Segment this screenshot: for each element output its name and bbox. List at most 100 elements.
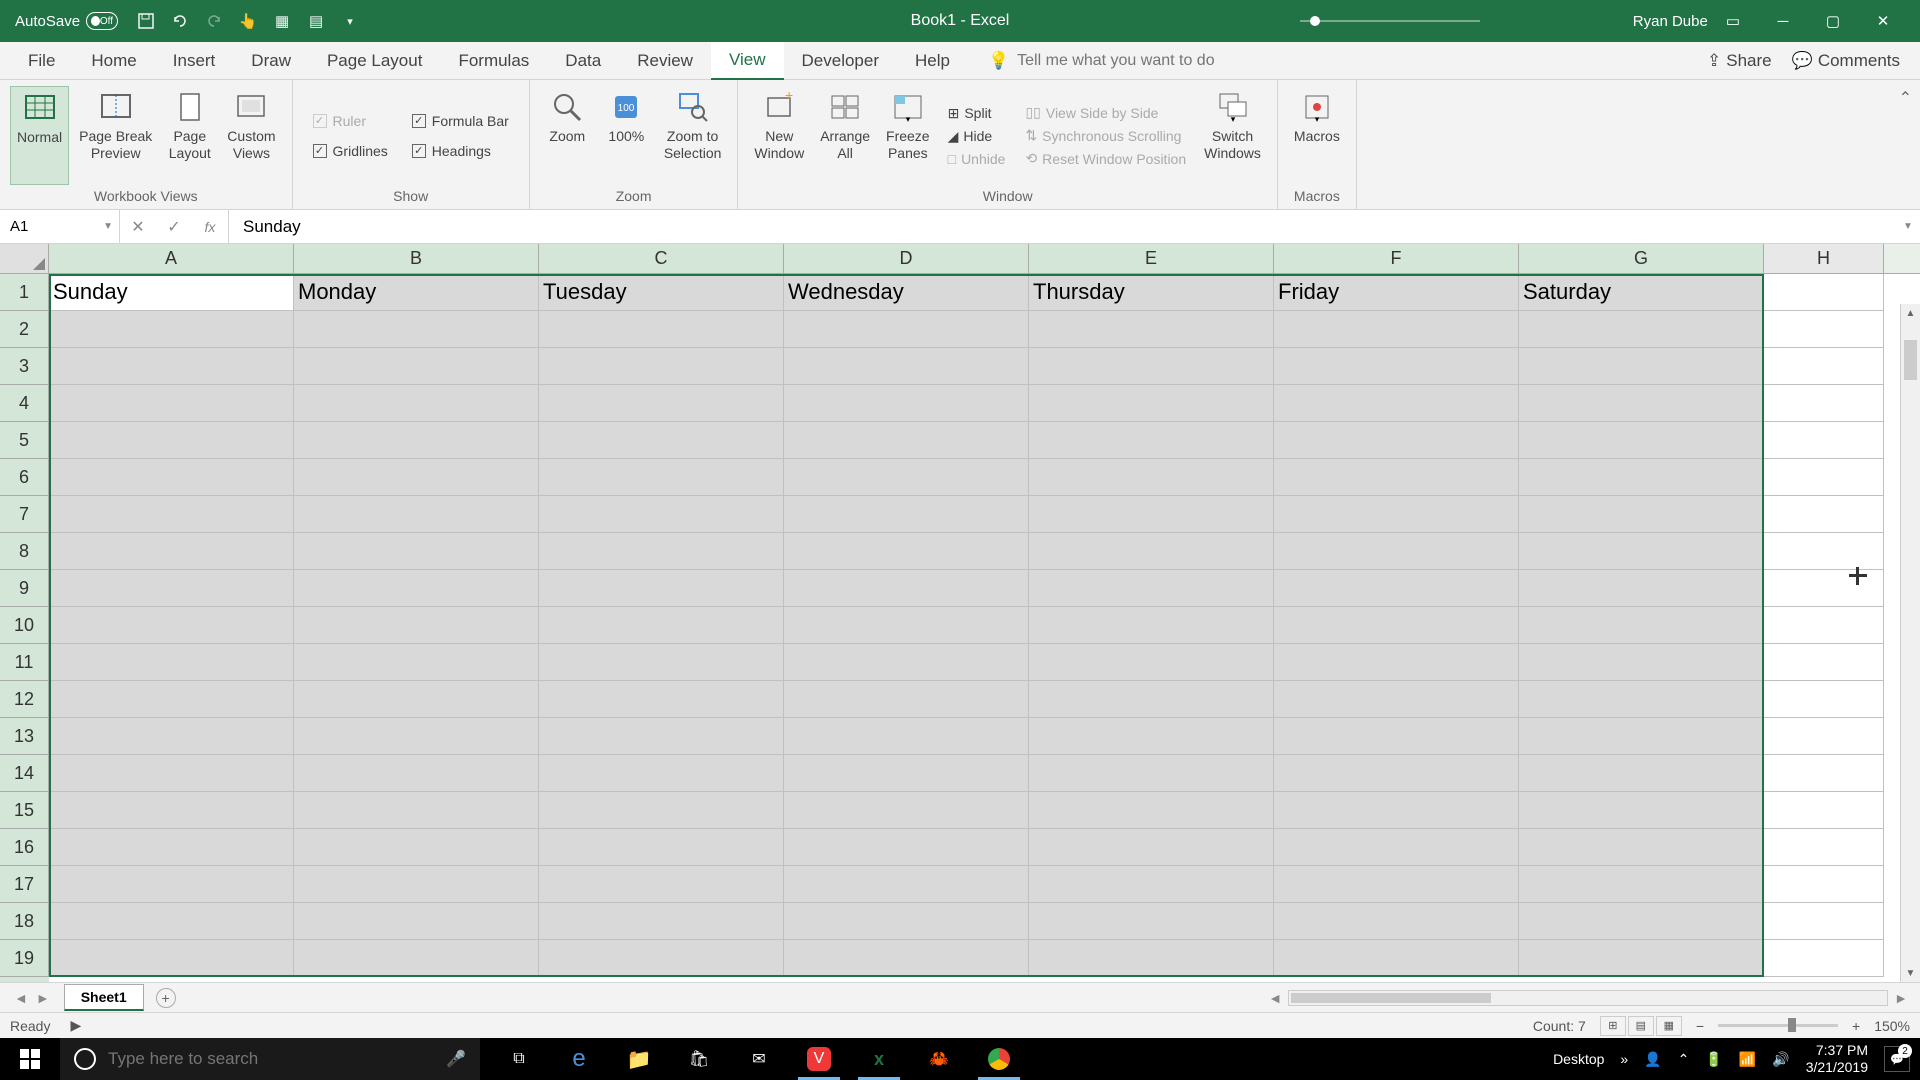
cell[interactable] [784,644,1029,681]
insert-function-icon[interactable]: fx [192,210,228,243]
column-header-b[interactable]: B [294,244,539,273]
cell[interactable] [1764,718,1884,755]
cell[interactable] [784,385,1029,422]
cell[interactable] [1519,755,1764,792]
cell[interactable] [539,459,784,496]
cell[interactable] [294,570,539,607]
cell[interactable] [784,570,1029,607]
cell[interactable] [539,533,784,570]
cell[interactable] [294,496,539,533]
cell[interactable] [1274,866,1519,903]
tell-me-search[interactable]: 💡 [988,51,1297,71]
cell[interactable] [784,718,1029,755]
cell[interactable] [784,866,1029,903]
zoom-out-button[interactable]: − [1696,1018,1704,1034]
cell[interactable] [1764,422,1884,459]
cell[interactable] [1519,311,1764,348]
cell[interactable] [49,903,294,940]
cell[interactable] [539,348,784,385]
row-header[interactable]: 5 [0,422,49,459]
mic-icon[interactable]: 🎤 [446,1049,466,1069]
cell[interactable] [1519,607,1764,644]
cell[interactable] [1029,459,1274,496]
cell[interactable] [1029,866,1274,903]
cell[interactable] [294,866,539,903]
cell[interactable] [294,829,539,866]
cell[interactable] [294,755,539,792]
tab-data[interactable]: Data [547,42,619,80]
cell[interactable] [784,903,1029,940]
tray-clock[interactable]: 7:37 PM 3/21/2019 [1806,1042,1868,1076]
formula-input[interactable]: Sunday [229,217,1896,237]
cell[interactable] [49,940,294,977]
cell[interactable]: Tuesday [539,274,784,311]
zoom-100-button[interactable]: 100100% [599,86,654,185]
zoom-level[interactable]: 150% [1874,1018,1910,1034]
redo-icon[interactable] [204,11,224,31]
cell[interactable] [539,570,784,607]
cell[interactable] [1274,496,1519,533]
touch-mode-icon[interactable]: 👆 [238,11,258,31]
row-header[interactable]: 2 [0,311,49,348]
desktop-label[interactable]: Desktop [1553,1051,1604,1067]
pivot-icon[interactable]: ▤ [306,11,326,31]
cell[interactable] [1029,348,1274,385]
cell[interactable] [539,644,784,681]
minimize-button[interactable]: ─ [1758,0,1808,42]
cell[interactable] [784,459,1029,496]
cell[interactable] [1029,903,1274,940]
row-header[interactable]: 18 [0,903,49,940]
cell[interactable] [1029,311,1274,348]
cell[interactable] [1519,348,1764,385]
cell[interactable] [294,533,539,570]
collapse-ribbon-icon[interactable]: ⌃ [1899,88,1912,108]
cell[interactable] [1029,940,1274,977]
cell[interactable] [1519,459,1764,496]
tab-home[interactable]: Home [73,42,154,80]
cell[interactable] [1274,348,1519,385]
column-header-h[interactable]: H [1764,244,1884,273]
tab-developer[interactable]: Developer [784,42,898,80]
cell[interactable] [294,940,539,977]
page-break-preview-button[interactable]: Page Break Preview [73,86,158,185]
row-header[interactable]: 8 [0,533,49,570]
page-break-icon[interactable]: ▦ [1656,1016,1682,1036]
edge-icon[interactable]: e [550,1038,608,1080]
cell[interactable] [539,903,784,940]
cell[interactable] [49,829,294,866]
tab-view[interactable]: View [711,42,784,80]
cell[interactable] [539,866,784,903]
row-header[interactable]: 17 [0,866,49,903]
cell[interactable] [1274,459,1519,496]
cell[interactable] [539,422,784,459]
cell[interactable] [1274,718,1519,755]
custom-views-button[interactable]: Custom Views [221,86,281,185]
title-slider[interactable] [1300,20,1480,22]
cell[interactable] [1029,718,1274,755]
undo-icon[interactable] [170,11,190,31]
row-header[interactable]: 12 [0,681,49,718]
cell[interactable] [539,829,784,866]
cell[interactable] [294,348,539,385]
cell[interactable] [1764,644,1884,681]
cell[interactable] [1029,422,1274,459]
cell[interactable] [1764,681,1884,718]
cell[interactable] [49,607,294,644]
cell[interactable] [1274,385,1519,422]
cell[interactable] [784,681,1029,718]
excel-app-icon[interactable]: x [850,1038,908,1080]
cell[interactable] [1764,385,1884,422]
macro-record-icon[interactable]: ▶ [70,1017,81,1034]
row-header[interactable]: 15 [0,792,49,829]
cancel-formula-icon[interactable]: ✕ [120,210,156,243]
cell[interactable] [1764,348,1884,385]
tray-up-icon[interactable]: ⌃ [1678,1051,1690,1068]
cell[interactable] [49,533,294,570]
cell[interactable] [784,755,1029,792]
sheet-nav-prev-icon[interactable]: ◄ [14,990,28,1006]
wifi-icon[interactable]: 📶 [1739,1051,1756,1068]
volume-icon[interactable]: 🔊 [1772,1051,1789,1068]
cell[interactable] [294,903,539,940]
cell[interactable] [294,459,539,496]
gridlines-checkbox[interactable]: ✓Gridlines [313,143,388,159]
